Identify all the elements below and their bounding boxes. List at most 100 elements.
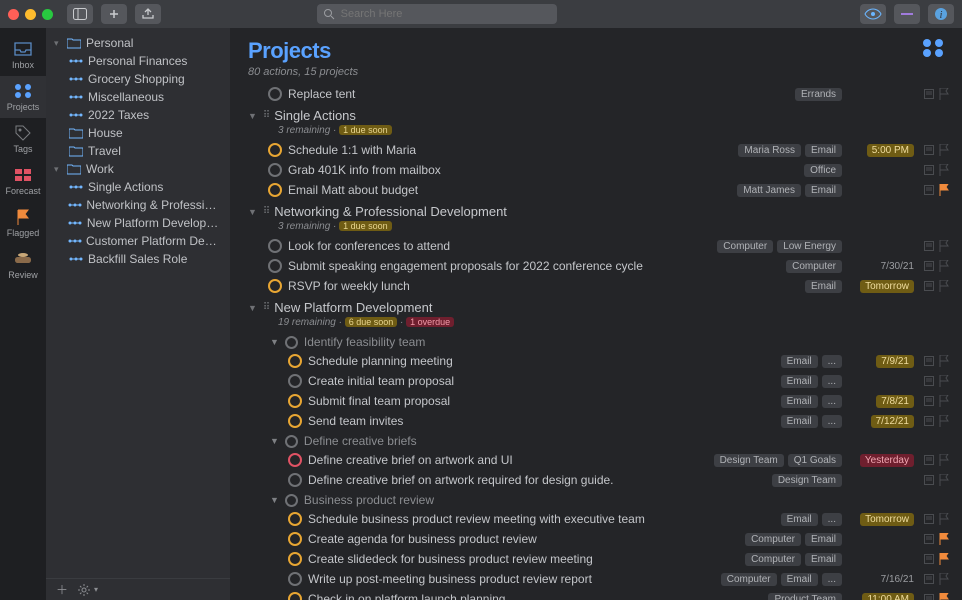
task-row[interactable]: Schedule business product review meeting… xyxy=(230,509,962,529)
task-row[interactable]: Send team invitesEmail...7/12/21 xyxy=(230,411,962,431)
task-row[interactable]: Create agenda for business product revie… xyxy=(230,529,962,549)
note-icon[interactable] xyxy=(924,376,934,386)
sidebar-project[interactable]: New Platform Development xyxy=(46,214,230,232)
disclosure-icon[interactable]: ▼ xyxy=(248,303,257,313)
flag-icon[interactable] xyxy=(939,573,950,585)
flag-icon[interactable] xyxy=(939,240,950,252)
status-circle[interactable] xyxy=(268,279,282,293)
status-circle[interactable] xyxy=(288,374,302,388)
flag-icon[interactable] xyxy=(939,88,950,100)
action-group-header[interactable]: ▼Identify feasibility team xyxy=(230,332,962,351)
tag[interactable]: Computer xyxy=(745,533,801,546)
tag[interactable]: ... xyxy=(822,375,842,388)
flag-icon[interactable] xyxy=(939,280,950,292)
action-group-header[interactable]: ▼Define creative briefs xyxy=(230,431,962,450)
flag-icon[interactable] xyxy=(939,513,950,525)
task-row[interactable]: RSVP for weekly lunchEmailTomorrow xyxy=(230,276,962,296)
flag-icon[interactable] xyxy=(939,355,950,367)
status-circle[interactable] xyxy=(288,532,302,546)
project-group-header[interactable]: ▼⠿Networking & Professional Development xyxy=(230,200,962,221)
tag[interactable]: ... xyxy=(822,573,842,586)
status-circle[interactable] xyxy=(268,259,282,273)
status-circle[interactable] xyxy=(288,572,302,586)
status-circle[interactable] xyxy=(285,336,298,349)
flag-icon[interactable] xyxy=(939,395,950,407)
task-row[interactable]: Create initial team proposalEmail... xyxy=(230,371,962,391)
sidebar-project[interactable]: Personal Finances xyxy=(46,52,230,70)
rail-tags[interactable]: Tags xyxy=(0,118,46,160)
flag-icon[interactable] xyxy=(939,184,950,196)
rail-flagged[interactable]: Flagged xyxy=(0,202,46,244)
status-circle[interactable] xyxy=(288,512,302,526)
status-circle[interactable] xyxy=(288,453,302,467)
task-row[interactable]: Look for conferences to attendComputerLo… xyxy=(230,236,962,256)
tag[interactable]: ... xyxy=(822,395,842,408)
sidebar-project[interactable]: Single Actions xyxy=(46,178,230,196)
sidebar-folder[interactable]: ▾Work xyxy=(46,160,230,178)
flag-icon[interactable] xyxy=(939,144,950,156)
tag[interactable]: Email xyxy=(781,355,818,368)
minimize-window-icon[interactable] xyxy=(25,9,36,20)
tag[interactable]: Computer xyxy=(786,260,842,273)
tag[interactable]: ... xyxy=(822,415,842,428)
disclosure-icon[interactable]: ▾ xyxy=(54,38,64,49)
add-project-button[interactable]: ＋ xyxy=(56,581,68,598)
task-row[interactable]: Write up post-meeting business product r… xyxy=(230,569,962,589)
note-icon[interactable] xyxy=(924,261,934,271)
note-icon[interactable] xyxy=(924,574,934,584)
tag[interactable]: Email xyxy=(805,184,842,197)
task-row[interactable]: Grab 401K info from mailboxOffice xyxy=(230,160,962,180)
maximize-window-icon[interactable] xyxy=(42,9,53,20)
note-icon[interactable] xyxy=(924,455,934,465)
grip-icon[interactable]: ⠿ xyxy=(263,206,268,217)
task-row[interactable]: Replace tentErrands xyxy=(230,84,962,104)
note-icon[interactable] xyxy=(924,281,934,291)
sidebar-project[interactable]: Grocery Shopping xyxy=(46,70,230,88)
tag[interactable]: Q1 Goals xyxy=(788,454,842,467)
status-circle[interactable] xyxy=(268,87,282,101)
tag[interactable]: Design Team xyxy=(714,454,784,467)
sidebar-project[interactable]: Networking & Professional... xyxy=(46,196,230,214)
tag[interactable]: Matt James xyxy=(737,184,801,197)
tag[interactable]: Office xyxy=(804,164,842,177)
tag[interactable]: Email xyxy=(805,553,842,566)
tag[interactable]: Email xyxy=(805,144,842,157)
disclosure-icon[interactable]: ▼ xyxy=(248,207,257,217)
note-icon[interactable] xyxy=(924,89,934,99)
tag[interactable]: Email xyxy=(781,573,818,586)
task-row[interactable]: Email Matt about budgetMatt JamesEmail xyxy=(230,180,962,200)
tag[interactable]: ... xyxy=(822,355,842,368)
status-circle[interactable] xyxy=(288,414,302,428)
grip-icon[interactable]: ⠿ xyxy=(263,110,268,121)
status-circle[interactable] xyxy=(285,435,298,448)
sidebar-project[interactable]: House xyxy=(46,124,230,142)
task-row[interactable]: Schedule 1:1 with MariaMaria RossEmail5:… xyxy=(230,140,962,160)
note-icon[interactable] xyxy=(924,554,934,564)
close-window-icon[interactable] xyxy=(8,9,19,20)
tag[interactable]: Email xyxy=(781,375,818,388)
status-circle[interactable] xyxy=(288,552,302,566)
note-icon[interactable] xyxy=(924,475,934,485)
focus-button[interactable] xyxy=(894,4,920,24)
note-icon[interactable] xyxy=(924,514,934,524)
flag-icon[interactable] xyxy=(939,164,950,176)
sidebar-toggle-button[interactable] xyxy=(67,4,93,24)
disclosure-icon[interactable]: ▼ xyxy=(270,495,279,505)
status-circle[interactable] xyxy=(285,494,298,507)
status-circle[interactable] xyxy=(268,143,282,157)
sidebar-project[interactable]: Customer Platform Develop... xyxy=(46,232,230,250)
task-row[interactable]: Submit speaking engagement proposals for… xyxy=(230,256,962,276)
project-group-header[interactable]: ▼⠿Single Actions xyxy=(230,104,962,125)
flag-icon[interactable] xyxy=(939,375,950,387)
tag[interactable]: Maria Ross xyxy=(738,144,801,157)
flag-icon[interactable] xyxy=(939,415,950,427)
inspector-button[interactable]: i xyxy=(928,4,954,24)
task-row[interactable]: Create slidedeck for business product re… xyxy=(230,549,962,569)
status-circle[interactable] xyxy=(288,592,302,600)
action-group-header[interactable]: ▼Business product review xyxy=(230,490,962,509)
status-circle[interactable] xyxy=(288,354,302,368)
tag[interactable]: Email xyxy=(805,280,842,293)
note-icon[interactable] xyxy=(924,145,934,155)
tag[interactable]: Email xyxy=(781,415,818,428)
note-icon[interactable] xyxy=(924,396,934,406)
